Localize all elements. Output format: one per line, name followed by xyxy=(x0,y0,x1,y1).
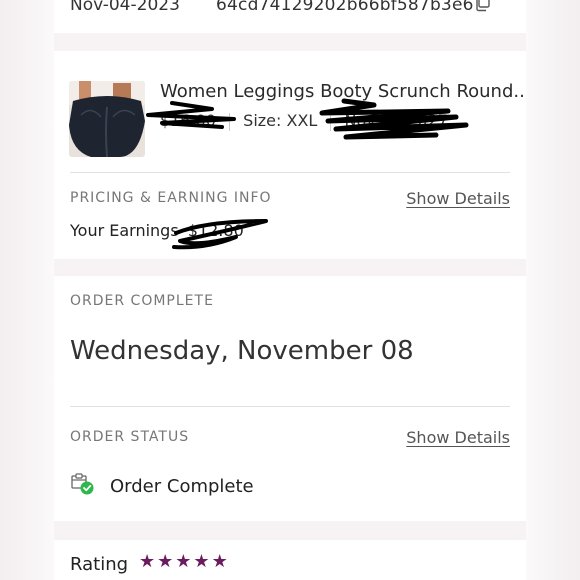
star-icon: ★ xyxy=(193,551,210,572)
product-price: $16.00 xyxy=(160,111,216,130)
divider xyxy=(70,406,510,407)
meta-separator xyxy=(330,112,332,131)
earnings-label: Your Earnings xyxy=(70,221,179,240)
star-icon: ★ xyxy=(211,551,228,572)
item-card: Women Leggings Booty Scrunch Round.. $16… xyxy=(54,51,526,259)
status-text: Order Complete xyxy=(110,475,254,497)
order-complete-label: ORDER COMPLETE xyxy=(70,293,214,309)
divider xyxy=(70,172,510,173)
order-date: Nov-04-2023 xyxy=(70,0,180,15)
product-title[interactable]: Women Leggings Booty Scrunch Round.. xyxy=(160,81,526,102)
pricing-section-label: PRICING & EARNING INFO xyxy=(70,190,272,206)
status-row: Order Complete xyxy=(70,473,254,499)
background-edge-right xyxy=(526,0,580,580)
rating-stars: ★ ★ ★ ★ ★ xyxy=(139,553,228,571)
product-size: Size: XXL xyxy=(243,111,318,130)
product-meta: $16.00 Size: XXL Nov-04-2027 xyxy=(160,111,448,131)
copy-icon[interactable] xyxy=(474,0,490,12)
earnings-row: Your Earnings $12.80 xyxy=(70,221,244,240)
star-icon: ★ xyxy=(157,551,174,572)
order-header-card: Nov-04-2023 64cd74129202b66bf587b3e6 xyxy=(54,0,526,33)
earnings-value: $12.80 xyxy=(187,221,244,240)
star-icon: ★ xyxy=(175,551,192,572)
rating-card: Rating ★ ★ ★ ★ ★ xyxy=(54,540,526,580)
pricing-show-details-link[interactable]: Show Details xyxy=(406,189,510,208)
order-status-card: ORDER COMPLETE Wednesday, November 08 OR… xyxy=(54,276,526,521)
star-icon: ★ xyxy=(139,551,156,572)
status-show-details-link[interactable]: Show Details xyxy=(406,428,510,447)
rating-label: Rating xyxy=(70,554,129,575)
meta-separator xyxy=(229,112,231,131)
package-check-icon xyxy=(70,473,94,499)
product-extra: Nov-04-2027 xyxy=(344,111,448,130)
background-edge-left xyxy=(0,0,54,580)
completion-date: Wednesday, November 08 xyxy=(70,336,414,366)
product-thumbnail[interactable] xyxy=(69,81,145,157)
order-status-label: ORDER STATUS xyxy=(70,429,190,445)
order-id: 64cd74129202b66bf587b3e6 xyxy=(216,0,474,15)
